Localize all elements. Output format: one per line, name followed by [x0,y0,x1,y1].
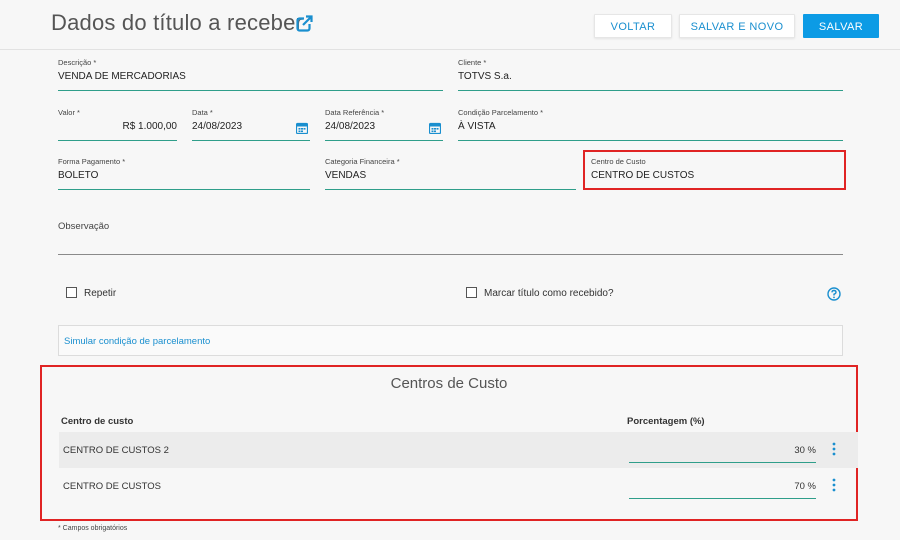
observacao-field[interactable]: Observação [58,221,843,255]
data-referencia-label: Data Referência * [325,108,385,117]
salvar-e-novo-button[interactable]: SALVAR E NOVO [679,14,795,38]
data-underline [192,140,310,141]
valor-underline [58,140,177,141]
categoria-financeira-field[interactable]: Categoria Financeira * VENDAS [325,157,576,190]
condicao-parcelamento-value[interactable]: À VISTA [458,121,496,132]
centro-custo-value[interactable]: CENTRO DE CUSTOS [591,170,694,181]
observacao-label: Observação [58,221,110,232]
calendar-icon[interactable] [296,122,308,134]
row-centro-name: CENTRO DE CUSTOS [63,481,162,492]
data-value[interactable]: 24/08/2023 [192,121,242,132]
centros-de-custo-panel: Centros de Custo Centro de custo Porcent… [40,365,858,521]
valor-label: Valor * [58,108,80,117]
campos-obrigatorios-note: * Campos obrigatórios [58,525,128,532]
salvar-button[interactable]: SALVAR [803,14,879,38]
row-centro-name: CENTRO DE CUSTOS 2 [63,445,169,456]
condicao-parcelamento-underline [458,140,843,141]
row-porcentagem-value[interactable]: 70 % [794,481,816,492]
categoria-financeira-underline [325,189,576,190]
cliente-underline [458,90,843,91]
descricao-field[interactable]: Descrição * VENDA DE MERCADORIAS [58,58,443,91]
data-label: Data * [192,108,213,117]
col-header-centro-de-custo: Centro de custo [61,416,134,427]
page-title: Dados do título a receber [51,10,304,35]
marcar-recebido-label: Marcar título como recebido? [484,288,614,299]
descricao-value[interactable]: VENDA DE MERCADORIAS [58,71,186,82]
voltar-button[interactable]: VOLTAR [594,14,672,38]
condicao-parcelamento-field[interactable]: Condição Parcelamento * À VISTA [458,108,843,141]
forma-pagamento-underline [58,189,310,190]
cliente-value[interactable]: TOTVS S.a. [458,71,512,82]
table-row: CENTRO DE CUSTOS 70 % [59,468,858,504]
cliente-field[interactable]: Cliente * TOTVS S.a. [458,58,843,91]
external-link-icon[interactable] [296,15,313,32]
data-referencia-underline [325,140,443,141]
row-porcentagem-value[interactable]: 30 % [794,445,816,456]
valor-field[interactable]: Valor * R$ 1.000,00 [58,108,177,141]
cliente-label: Cliente * [458,58,487,67]
categoria-financeira-label: Categoria Financeira * [325,157,400,166]
forma-pagamento-label: Forma Pagamento * [58,157,126,166]
data-referencia-value[interactable]: 24/08/2023 [325,121,375,132]
help-circle-icon[interactable] [827,287,841,301]
simular-parcelamento-link[interactable]: Simular condição de parcelamento [64,336,210,347]
descricao-underline [58,90,443,91]
marcar-recebido-checkbox[interactable] [466,287,477,298]
col-header-porcentagem: Porcentagem (%) [627,416,705,427]
forma-pagamento-value[interactable]: BOLETO [58,170,98,181]
centro-custo-field[interactable]: Centro de Custo CENTRO DE CUSTOS [591,157,836,185]
centro-custo-label: Centro de Custo [591,157,646,166]
categoria-financeira-value[interactable]: VENDAS [325,170,366,181]
kebab-menu-icon[interactable] [831,478,837,492]
table-row: CENTRO DE CUSTOS 2 30 % [59,432,858,468]
simular-parcelamento-panel[interactable]: Simular condição de parcelamento [58,325,843,356]
row-porcentagem-input[interactable]: 70 % [629,478,816,499]
calendar-icon[interactable] [429,122,441,134]
condicao-parcelamento-label: Condição Parcelamento * [458,108,544,117]
valor-value[interactable]: R$ 1.000,00 [123,121,178,132]
kebab-menu-icon[interactable] [831,442,837,456]
repetir-label: Repetir [84,288,117,299]
centros-de-custo-title: Centros de Custo [390,375,508,392]
row-porcentagem-underline [629,462,816,463]
descricao-label: Descrição * [58,58,97,67]
page-header: Dados do título a receber VOLTAR SALVAR … [0,0,900,50]
observacao-underline [58,254,843,255]
repetir-checkbox[interactable] [66,287,77,298]
row-porcentagem-input[interactable]: 30 % [629,442,816,463]
data-referencia-field[interactable]: Data Referência * 24/08/2023 [325,108,443,141]
data-field[interactable]: Data * 24/08/2023 [192,108,310,141]
forma-pagamento-field[interactable]: Forma Pagamento * BOLETO [58,157,310,190]
row-porcentagem-underline [629,498,816,499]
